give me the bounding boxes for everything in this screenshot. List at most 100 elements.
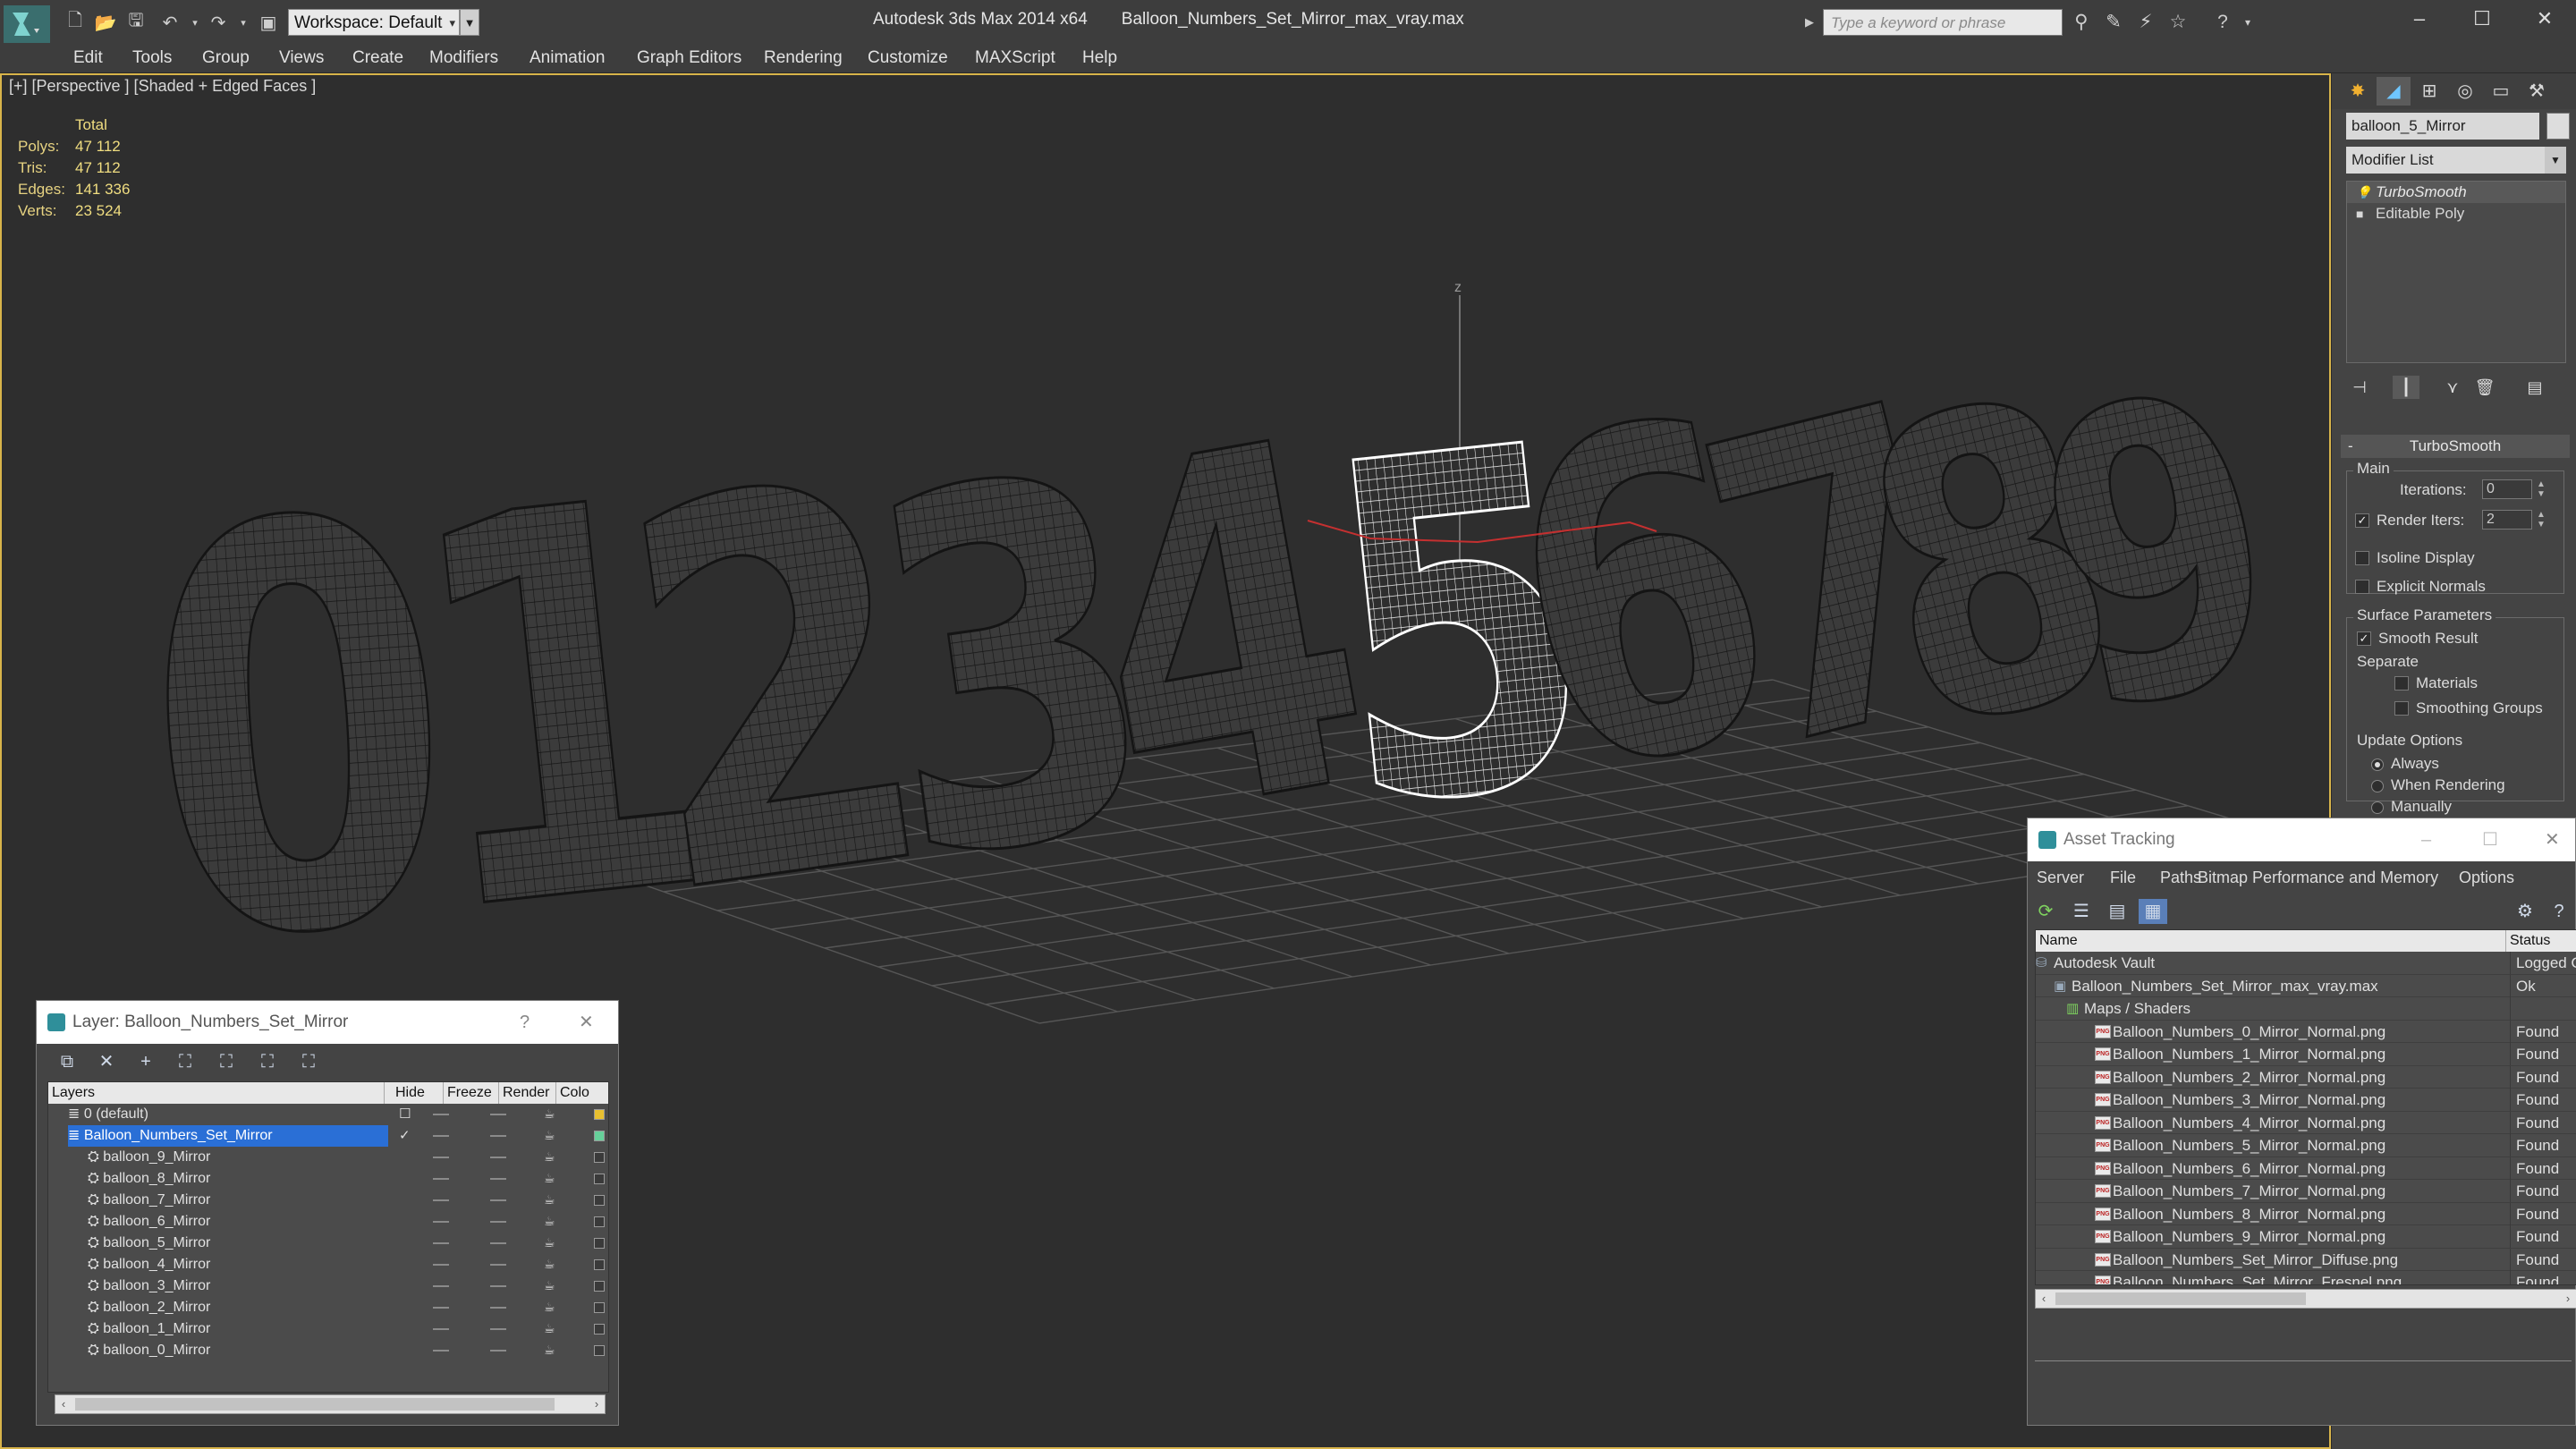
freeze-toggle[interactable] — [490, 1242, 506, 1244]
configure-sets-icon[interactable]: ▤ — [2521, 376, 2548, 399]
close-button[interactable]: ✕ — [2513, 0, 2576, 38]
refresh-icon[interactable]: ⟳ — [2031, 899, 2060, 924]
balloon-digits[interactable]: 0123456789 — [125, 304, 2315, 1067]
freeze-toggle[interactable] — [490, 1328, 506, 1330]
column-name[interactable]: Name — [2036, 930, 2506, 952]
layer-row[interactable]: ⛭ balloon_8_Mirror ☕ — [48, 1168, 608, 1190]
layer-color-swatch[interactable] — [594, 1238, 605, 1249]
menu-help[interactable]: Help — [1082, 43, 1117, 73]
iterations-spinner[interactable]: 0 — [2482, 479, 2532, 499]
communication-icon[interactable]: ⚡ — [2132, 11, 2159, 34]
vault-settings-icon[interactable]: ⚙ — [2511, 899, 2539, 924]
freeze-toggle[interactable] — [490, 1221, 506, 1223]
freeze-toggle[interactable] — [490, 1285, 506, 1287]
smoothing-groups-checkbox[interactable] — [2394, 701, 2409, 716]
hide-toggle[interactable] — [433, 1242, 449, 1244]
undo-dropdown-icon[interactable]: ▾ — [182, 11, 208, 34]
quick-access-dropdown[interactable]: ▼ — [460, 9, 479, 36]
select-in-layer-icon[interactable]: ⛶ — [171, 1049, 199, 1074]
layer-color-swatch[interactable] — [594, 1131, 605, 1141]
hide-toggle[interactable] — [433, 1221, 449, 1223]
freeze-toggle[interactable] — [490, 1264, 506, 1266]
render-teapot-icon[interactable]: ☕ — [544, 1107, 558, 1120]
layer-row[interactable]: ⛭ balloon_9_Mirror ☕ — [48, 1147, 608, 1168]
layer-name-cell[interactable]: ⛭ balloon_1_Mirror — [88, 1318, 383, 1340]
asset-row[interactable]: PNG Balloon_Numbers_Set_Mirror_Fresnel.pn… — [2036, 1271, 2576, 1284]
hide-toggle[interactable] — [433, 1178, 449, 1180]
column-layers[interactable]: Layers — [48, 1082, 385, 1104]
asset-row[interactable]: PNG Balloon_Numbers_Set_Mirror_Diffuse.pn… — [2036, 1248, 2576, 1271]
asset-row[interactable]: ▣ Balloon_Numbers_Set_Mirror_max_vray.max… — [2036, 974, 2576, 997]
menu-group[interactable]: Group — [202, 43, 250, 73]
layer-name-cell[interactable]: ⛭ balloon_0_Mirror — [88, 1340, 383, 1361]
render-teapot-icon[interactable]: ☕ — [544, 1258, 558, 1270]
new-file-icon[interactable]: 🗋 — [63, 11, 88, 34]
help-icon[interactable]: ? — [520, 1001, 530, 1044]
delete-layer-icon[interactable]: ✕ — [92, 1049, 121, 1074]
freeze-toggle[interactable] — [490, 1178, 506, 1180]
render-teapot-icon[interactable]: ☕ — [544, 1301, 558, 1313]
open-file-icon[interactable]: 📂 — [93, 11, 118, 34]
layer-color-swatch[interactable] — [594, 1152, 605, 1163]
column-hide[interactable]: Hide — [392, 1082, 444, 1104]
asset-row[interactable]: ⛁ Autodesk Vault Logged O — [2036, 952, 2576, 975]
help-icon[interactable]: ? — [2545, 899, 2573, 924]
layer-color-swatch[interactable] — [594, 1281, 605, 1292]
detail-view-icon[interactable]: ▤ — [2103, 899, 2131, 924]
motion-tab-icon[interactable]: ◎ — [2448, 77, 2482, 106]
layer-name-cell[interactable]: ⛭ balloon_6_Mirror — [88, 1211, 383, 1233]
list-view-icon[interactable]: ☰ — [2067, 899, 2096, 924]
explicit-normals-checkbox[interactable] — [2355, 580, 2369, 594]
stack-item-turbosmooth[interactable]: 💡 TurboSmooth — [2347, 182, 2565, 203]
scroll-right-icon[interactable]: › — [589, 1395, 605, 1413]
layer-name-cell[interactable]: ⛭ balloon_3_Mirror — [88, 1275, 383, 1297]
smooth-result-checkbox[interactable]: ✓ — [2357, 631, 2371, 646]
hide-toggle[interactable] — [433, 1285, 449, 1287]
menu-modifiers[interactable]: Modifiers — [429, 43, 498, 73]
hide-toggle[interactable] — [433, 1157, 449, 1158]
spinner-arrows-icon[interactable]: ▲ ▼ — [2534, 510, 2548, 530]
menu-maxscript[interactable]: MAXScript — [975, 43, 1055, 73]
hide-all-icon[interactable]: ⛶ — [253, 1049, 282, 1074]
layer-row[interactable]: ⛭ balloon_3_Mirror ☕ — [48, 1275, 608, 1297]
layer-name-cell[interactable]: ⛭ balloon_8_Mirror — [88, 1168, 383, 1190]
menu-create[interactable]: Create — [352, 43, 403, 73]
highlight-layer-icon[interactable]: ⛶ — [212, 1049, 241, 1074]
layer-row[interactable]: ⛭ balloon_6_Mirror ☕ — [48, 1211, 608, 1233]
scroll-left-icon[interactable]: ‹ — [55, 1395, 72, 1413]
column-color[interactable]: Colo — [556, 1082, 608, 1104]
column-render[interactable]: Render — [499, 1082, 556, 1104]
layer-row[interactable]: ⛭ balloon_1_Mirror ☕ — [48, 1318, 608, 1340]
expand-plus-icon[interactable]: ■ — [2356, 203, 2363, 225]
help-dropdown-icon[interactable]: ▾ — [2234, 11, 2261, 34]
freeze-toggle[interactable] — [490, 1199, 506, 1201]
layer-name-cell[interactable]: ≣ Balloon_Numbers_Set_Mirror — [68, 1125, 388, 1147]
asset-menu-server[interactable]: Server — [2037, 860, 2084, 895]
render-teapot-icon[interactable]: ☕ — [544, 1129, 558, 1141]
add-to-layer-icon[interactable]: + — [131, 1049, 160, 1074]
asset-menu-paths[interactable]: Paths — [2160, 860, 2201, 895]
stack-item-editable-poly[interactable]: ■ Editable Poly — [2347, 203, 2565, 225]
isoline-checkbox[interactable] — [2355, 551, 2369, 565]
asset-row[interactable]: PNG Balloon_Numbers_2_Mirror_Normal.png Fo… — [2036, 1065, 2576, 1089]
layer-row[interactable]: ⛭ balloon_7_Mirror ☕ — [48, 1190, 608, 1211]
freeze-toggle[interactable] — [490, 1157, 506, 1158]
asset-row[interactable]: PNG Balloon_Numbers_5_Mirror_Normal.png Fo… — [2036, 1134, 2576, 1157]
layer-color-swatch[interactable] — [594, 1302, 605, 1313]
app-menu-button[interactable] — [4, 5, 50, 43]
scroll-left-icon[interactable]: ‹ — [2036, 1290, 2052, 1308]
scroll-right-icon[interactable]: › — [2560, 1290, 2576, 1308]
layer-color-swatch[interactable] — [594, 1109, 605, 1120]
make-current-icon[interactable]: ☐ — [399, 1104, 411, 1125]
hide-toggle[interactable] — [433, 1328, 449, 1330]
maximize-button[interactable]: ☐ — [2451, 0, 2513, 38]
render-teapot-icon[interactable]: ☕ — [544, 1172, 558, 1184]
menu-graph-editors[interactable]: Graph Editors — [637, 43, 741, 73]
render-teapot-icon[interactable]: ☕ — [544, 1150, 558, 1163]
modifier-list-dropdown[interactable]: Modifier List ▼ — [2346, 147, 2566, 174]
make-unique-icon[interactable]: ⋎ — [2439, 376, 2466, 399]
freeze-toggle[interactable] — [490, 1114, 506, 1115]
layer-color-swatch[interactable] — [594, 1216, 605, 1227]
asset-menu-bitmap[interactable]: Bitmap Performance and Memory — [2198, 860, 2438, 895]
layer-color-swatch[interactable] — [594, 1195, 605, 1206]
